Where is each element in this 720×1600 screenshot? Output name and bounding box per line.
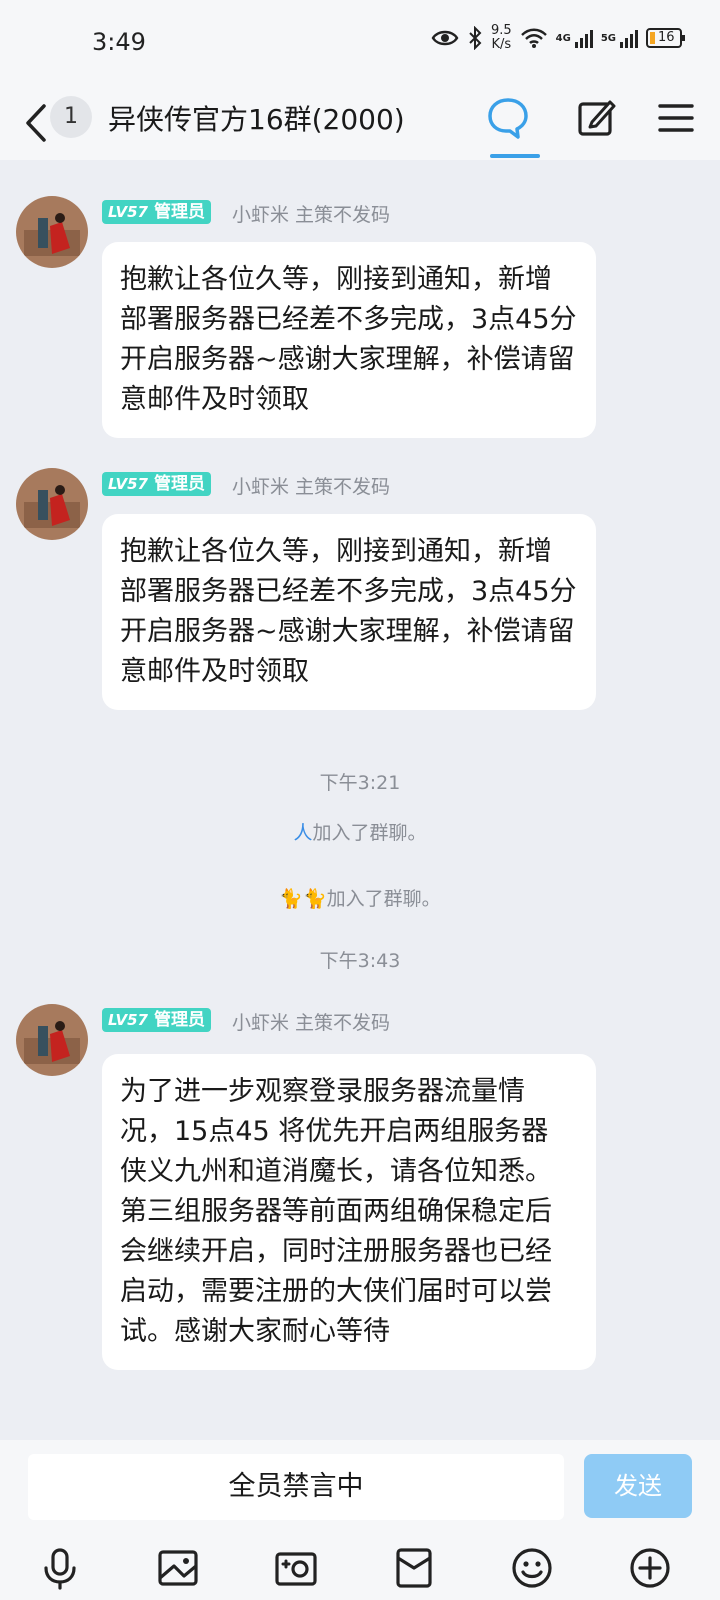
plus-icon[interactable]: [626, 1544, 674, 1592]
unread-count-badge[interactable]: 1: [50, 96, 92, 138]
role-label: 管理员: [153, 202, 205, 222]
edit-icon[interactable]: [572, 94, 620, 142]
red-packet-icon[interactable]: [390, 1544, 438, 1592]
net-speed-value: 9.5: [490, 23, 512, 38]
camera-icon[interactable]: [272, 1544, 320, 1592]
active-tab-indicator: [490, 154, 540, 158]
bluetooth-icon: [469, 26, 482, 50]
emoji-icon[interactable]: [508, 1544, 556, 1592]
eye-icon: [431, 30, 459, 46]
wifi-icon: [520, 28, 547, 48]
sender-name: 小虾米 主策不发码: [232, 204, 391, 226]
timestamp: 下午3:21: [319, 772, 401, 794]
admin-badge: LV57 管理员: [102, 1008, 211, 1032]
input-bar: 全员禁言中 发送: [0, 1440, 720, 1600]
message-item: LV57 管理员 小虾米 主策不发码 抱歉让各位久等，刚接到通知，新增部署服务器已…: [0, 468, 720, 710]
message-input[interactable]: 全员禁言中: [28, 1454, 564, 1520]
message-bubble[interactable]: 抱歉让各位久等，刚接到通知，新增部署服务器已经差不多完成，3点45分开启服务器~…: [102, 514, 596, 710]
join-notice: 🐈🐈加入了群聊。: [0, 884, 720, 911]
menu-icon[interactable]: [652, 94, 700, 142]
send-button[interactable]: 发送: [584, 1454, 692, 1518]
role-label: 管理员: [153, 1010, 205, 1030]
avatar[interactable]: [16, 1004, 88, 1076]
avatar[interactable]: [16, 468, 88, 540]
level-label: LV57: [108, 1011, 148, 1029]
net-type-5g: 5G: [600, 32, 616, 44]
sender-name: 小虾米 主策不发码: [232, 1012, 391, 1034]
avatar[interactable]: [16, 196, 88, 268]
net-speed-unit: K/s: [491, 37, 512, 52]
level-label: LV57: [108, 203, 148, 221]
message-bubble[interactable]: 抱歉让各位久等，刚接到通知，新增部署服务器已经差不多完成，3点45分开启服务器~…: [102, 242, 596, 438]
admin-badge: LV57 管理员: [102, 472, 211, 496]
status-time: 3:49: [92, 28, 146, 56]
signal-icon: [574, 28, 593, 48]
role-label: 管理员: [153, 474, 205, 494]
message-bubble[interactable]: 为了进一步观察登录服务器流量情况，15点45 将优先开启两组服务器 侠义九州和道…: [102, 1054, 596, 1370]
message-item: LV57 管理员 小虾米 主策不发码 为了进一步观察登录服务器流量情况，15点45…: [0, 1004, 720, 1404]
battery-level: 16: [658, 30, 675, 45]
page-title: 异侠传官方16群(2000): [108, 103, 405, 136]
image-icon[interactable]: [154, 1544, 202, 1592]
status-icons: 9.5 K/s 4G 5G 16: [431, 24, 685, 52]
microphone-icon[interactable]: [36, 1544, 84, 1592]
status-bar: 3:49 9.5 K/s 4G 5G 16: [0, 0, 720, 88]
chat-header: 1 异侠传官方16群(2000): [0, 88, 720, 160]
net-speed: 9.5 K/s: [491, 24, 512, 52]
join-notice-text: 加入了群聊。: [326, 888, 441, 910]
admin-badge: LV57 管理员: [102, 200, 211, 224]
member-name-link[interactable]: 🐈🐈: [279, 888, 326, 910]
level-label: LV57: [108, 475, 148, 493]
message-item: LV57 管理员 小虾米 主策不发码 抱歉让各位久等，刚接到通知，新增部署服务器已…: [0, 196, 720, 438]
timestamp: 下午3:43: [319, 950, 401, 972]
join-notice-text: 加入了群聊。: [312, 822, 427, 844]
member-name-link[interactable]: 人: [293, 822, 312, 844]
chat-bubble-icon[interactable]: [484, 94, 532, 142]
join-notice: 人加入了群聊。: [0, 818, 720, 845]
signal-icon: [620, 28, 638, 48]
battery-icon: 16: [646, 28, 685, 48]
net-type-4g: 4G: [555, 32, 571, 44]
sender-name: 小虾米 主策不发码: [232, 476, 391, 498]
